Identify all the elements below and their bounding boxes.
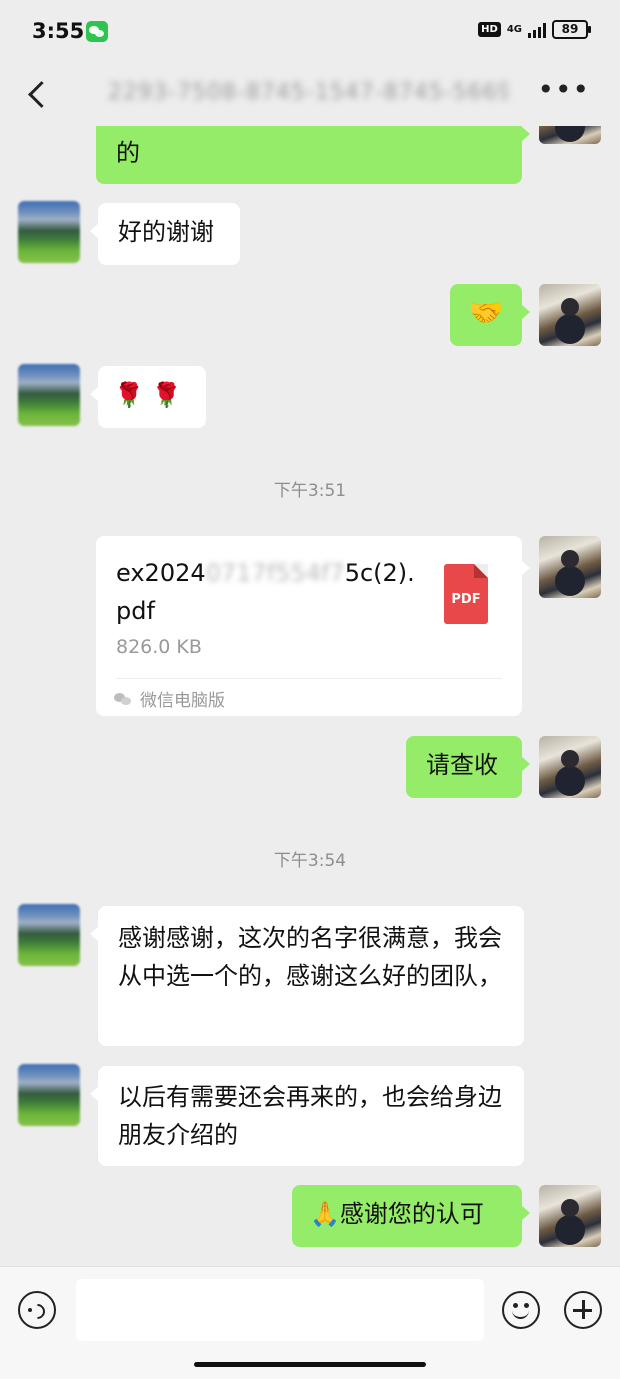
home-indicator[interactable]: [194, 1362, 426, 1367]
battery-icon: 89: [552, 20, 591, 39]
message-bubble[interactable]: 好的谢谢: [90, 203, 240, 265]
timestamp: 下午3:51: [273, 481, 347, 501]
self-avatar[interactable]: [539, 1185, 601, 1247]
contact-avatar[interactable]: [18, 201, 80, 263]
file-size: 826.0 KB: [116, 636, 202, 658]
contact-avatar[interactable]: [18, 364, 80, 426]
status-bar: 3:55 HD 4G 89: [0, 0, 620, 62]
file-source: 微信电脑版: [114, 686, 225, 711]
message-bubble[interactable]: 🙏感谢您的认可: [292, 1185, 530, 1247]
message-bubble[interactable]: 的: [96, 126, 530, 184]
handshake-emoji[interactable]: 🤝: [450, 284, 530, 346]
message-bubble[interactable]: 请查收: [406, 736, 530, 798]
back-arrow-icon[interactable]: [22, 74, 62, 114]
timestamp: 下午3:54: [273, 851, 347, 871]
self-avatar[interactable]: [539, 536, 601, 598]
file-name-prefix: ex2024: [116, 559, 206, 587]
file-card[interactable]: ex20240717f554f75c(2).pdf PDF 826.0 KB 微…: [96, 536, 530, 716]
network-type: 4G: [506, 23, 522, 35]
contact-avatar[interactable]: [18, 1064, 80, 1126]
wechat-notification-icon: [86, 21, 108, 42]
status-indicators: HD 4G 89: [478, 20, 591, 39]
chat-title: 2293-7508-8745-1547-8745-5669: [108, 80, 508, 105]
pdf-file-icon: PDF: [444, 564, 488, 624]
wechat-pc-icon: [114, 692, 132, 706]
message-bubble[interactable]: 以后有需要还会再来的，也会给身边朋友介绍的: [90, 1066, 524, 1166]
more-options-icon[interactable]: •••: [537, 76, 590, 104]
file-name: ex20240717f554f75c(2).pdf: [116, 554, 416, 630]
message-input[interactable]: [76, 1279, 484, 1341]
self-avatar[interactable]: [539, 126, 601, 144]
signal-icon: [528, 22, 546, 38]
rose-emoji[interactable]: 🌹 🌹: [90, 366, 206, 428]
pdf-label: PDF: [451, 592, 481, 607]
status-time: 3:55: [32, 19, 85, 43]
file-source-label: 微信电脑版: [140, 691, 225, 711]
emoji-icon[interactable]: [502, 1291, 540, 1329]
chat-header: 2293-7508-8745-1547-8745-5669 •••: [0, 62, 620, 126]
self-avatar[interactable]: [539, 284, 601, 346]
plus-icon[interactable]: [564, 1291, 602, 1329]
message-list[interactable]: 的 好的谢谢 🤝 🌹 🌹 下午3:51 ex20240717f554f75c(2…: [0, 126, 620, 1266]
self-avatar[interactable]: [539, 736, 601, 798]
contact-avatar[interactable]: [18, 904, 80, 966]
voice-input-icon[interactable]: [18, 1291, 56, 1329]
divider: [116, 678, 502, 679]
message-bubble[interactable]: 感谢感谢，这次的名字很满意，我会从中选一个的，感谢这么好的团队，: [90, 906, 524, 1046]
hd-icon: HD: [478, 22, 501, 37]
file-name-redacted: 0717f554f7: [205, 559, 345, 587]
